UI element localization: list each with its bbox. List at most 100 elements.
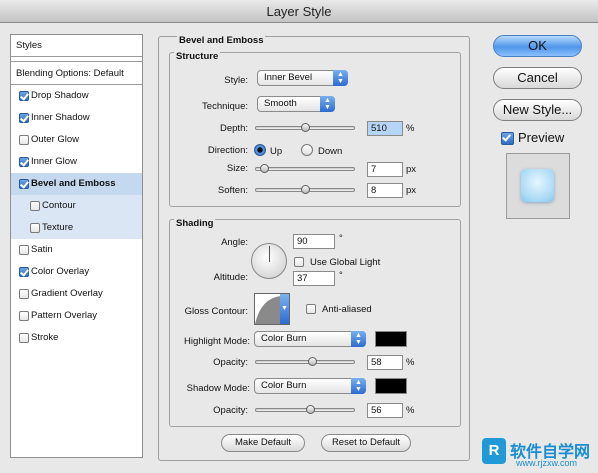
reset-to-default-button[interactable]: Reset to Default bbox=[321, 434, 411, 452]
sidebar-checkbox[interactable] bbox=[30, 223, 40, 233]
sidebar-item-color-overlay[interactable]: Color Overlay bbox=[11, 261, 142, 283]
shading-title: Shading bbox=[174, 218, 216, 229]
highlight-opacity-unit: % bbox=[406, 357, 415, 368]
anti-aliased-checkbox[interactable] bbox=[306, 304, 316, 314]
soften-slider[interactable] bbox=[255, 185, 355, 194]
sidebar-checkbox[interactable] bbox=[19, 267, 29, 277]
direction-up-label: Up bbox=[270, 146, 283, 157]
sidebar-item-label: Drop Shadow bbox=[31, 90, 89, 101]
preview-thumbnail bbox=[506, 153, 570, 219]
chevron-updown-icon: ▲ ▼ bbox=[351, 331, 366, 347]
soften-label: Soften: bbox=[217, 185, 248, 196]
sidebar-item-label: Pattern Overlay bbox=[31, 310, 97, 321]
sidebar-item-gradient-overlay[interactable]: Gradient Overlay bbox=[11, 283, 142, 305]
preview-swatch bbox=[521, 169, 554, 202]
shadow-opacity-unit: % bbox=[406, 405, 415, 416]
sidebar-item-stroke[interactable]: Stroke bbox=[11, 327, 142, 349]
direction-down-radio[interactable] bbox=[301, 144, 313, 156]
shadow-color-swatch[interactable] bbox=[375, 378, 407, 394]
make-default-button[interactable]: Make Default bbox=[221, 434, 305, 452]
sidebar-item-label: Contour bbox=[42, 200, 76, 211]
sidebar-item-contour[interactable]: Contour bbox=[11, 195, 142, 217]
highlight-opacity-input[interactable]: 58 bbox=[367, 355, 403, 370]
size-label: Size: bbox=[226, 163, 248, 174]
style-select[interactable]: Inner Bevel ▲ ▼ bbox=[257, 70, 348, 86]
sidebar-item-satin[interactable]: Satin bbox=[11, 239, 142, 261]
sidebar-checkbox[interactable] bbox=[19, 113, 29, 123]
global-light-label: Use Global Light bbox=[310, 257, 381, 268]
depth-slider-knob[interactable] bbox=[301, 123, 310, 132]
sidebar-item-pattern-overlay[interactable]: Pattern Overlay bbox=[11, 305, 142, 327]
ok-button[interactable]: OK bbox=[493, 35, 582, 57]
shadow-opacity-slider[interactable] bbox=[255, 405, 355, 414]
sidebar-checkbox[interactable] bbox=[19, 289, 29, 299]
window-title: Layer Style bbox=[0, 0, 598, 23]
preview-checkbox[interactable] bbox=[501, 132, 514, 145]
new-style-button[interactable]: New Style... bbox=[493, 99, 582, 121]
depth-input[interactable]: 510 bbox=[367, 121, 403, 136]
sidebar-item-drop-shadow[interactable]: Drop Shadow bbox=[11, 85, 142, 107]
highlight-mode-select[interactable]: Color Burn ▲ ▼ bbox=[254, 331, 366, 347]
altitude-label: Altitude: bbox=[213, 272, 248, 283]
sidebar-checkbox[interactable] bbox=[19, 91, 29, 101]
gloss-contour-picker[interactable]: ▼ bbox=[254, 293, 290, 325]
structure-title: Structure bbox=[174, 51, 221, 62]
direction-up-radio[interactable] bbox=[254, 144, 266, 156]
shadow-mode-select[interactable]: Color Burn ▲ ▼ bbox=[254, 378, 366, 394]
angle-dial[interactable] bbox=[251, 243, 287, 279]
size-slider-knob[interactable] bbox=[260, 164, 269, 173]
altitude-unit: ° bbox=[339, 270, 343, 281]
shading-group: Shading Angle: 90 ° Use Global Light Alt… bbox=[169, 218, 461, 427]
altitude-input[interactable]: 37 bbox=[293, 271, 335, 286]
depth-unit: % bbox=[406, 123, 415, 134]
angle-dial-needle bbox=[269, 246, 270, 262]
sidebar-item-outer-glow[interactable]: Outer Glow bbox=[11, 129, 142, 151]
sidebar-checkbox[interactable] bbox=[19, 245, 29, 255]
shadow-mode-label: Shadow Mode: bbox=[186, 383, 250, 394]
gloss-contour-label: Gloss Contour: bbox=[184, 306, 248, 317]
chevron-down-icon: ▼ bbox=[280, 294, 289, 324]
style-label: Style: bbox=[224, 75, 248, 86]
sidebar-checkbox[interactable] bbox=[19, 333, 29, 343]
sidebar-checkbox[interactable] bbox=[19, 179, 29, 189]
direction-down-label: Down bbox=[318, 146, 343, 157]
sidebar-item-label: Gradient Overlay bbox=[31, 288, 103, 299]
sidebar-item-label: Satin bbox=[31, 244, 53, 255]
styles-header[interactable]: Styles bbox=[11, 35, 142, 57]
highlight-opacity-label: Opacity: bbox=[213, 357, 248, 368]
chevron-updown-icon: ▲ ▼ bbox=[351, 378, 366, 394]
shadow-opacity-knob[interactable] bbox=[306, 405, 315, 414]
highlight-color-swatch[interactable] bbox=[375, 331, 407, 347]
shadow-opacity-input[interactable]: 56 bbox=[367, 403, 403, 418]
watermark-badge-icon: R bbox=[482, 438, 506, 464]
blending-options-item[interactable]: Blending Options: Default bbox=[11, 61, 142, 85]
sidebar-item-inner-glow[interactable]: Inner Glow bbox=[11, 151, 142, 173]
panel-title: Bevel and Emboss bbox=[177, 35, 266, 46]
sidebar-item-label: Outer Glow bbox=[31, 134, 80, 145]
structure-group: Structure Style: Inner Bevel ▲ ▼ Technique… bbox=[169, 51, 461, 207]
anti-aliased-label: Anti-aliased bbox=[322, 304, 372, 315]
highlight-mode-label: Highlight Mode: bbox=[183, 336, 250, 347]
depth-slider[interactable] bbox=[255, 123, 355, 132]
sidebar-item-inner-shadow[interactable]: Inner Shadow bbox=[11, 107, 142, 129]
soften-slider-knob[interactable] bbox=[301, 185, 310, 194]
sidebar-checkbox[interactable] bbox=[19, 135, 29, 145]
sidebar-item-bevel-and-emboss[interactable]: Bevel and Emboss bbox=[11, 173, 142, 195]
sidebar-item-texture[interactable]: Texture bbox=[11, 217, 142, 239]
sidebar-checkbox[interactable] bbox=[30, 201, 40, 211]
global-light-checkbox[interactable] bbox=[294, 257, 304, 267]
highlight-opacity-slider[interactable] bbox=[255, 357, 355, 366]
sidebar-checkbox[interactable] bbox=[19, 157, 29, 167]
size-input[interactable]: 7 bbox=[367, 162, 403, 177]
angle-input[interactable]: 90 bbox=[293, 234, 335, 249]
cancel-button[interactable]: Cancel bbox=[493, 67, 582, 89]
technique-select[interactable]: Smooth ▲ ▼ bbox=[257, 96, 335, 112]
soften-input[interactable]: 8 bbox=[367, 183, 403, 198]
size-unit: px bbox=[406, 164, 417, 175]
highlight-opacity-knob[interactable] bbox=[308, 357, 317, 366]
soften-unit: px bbox=[406, 185, 417, 196]
preview-label: Preview bbox=[518, 130, 565, 145]
sidebar-item-label: Color Overlay bbox=[31, 266, 90, 277]
sidebar-checkbox[interactable] bbox=[19, 311, 29, 321]
size-slider[interactable] bbox=[255, 164, 355, 173]
